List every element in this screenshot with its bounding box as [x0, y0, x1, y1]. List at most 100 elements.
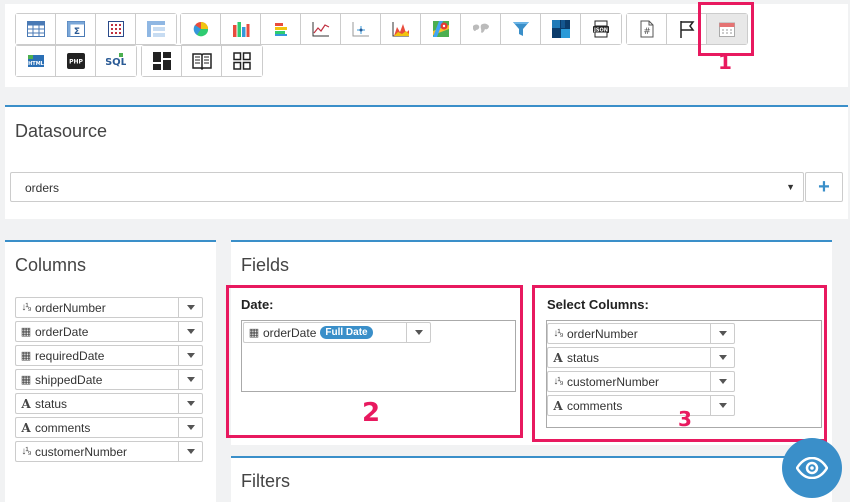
columns-title: Columns	[15, 255, 87, 275]
selected-column-item[interactable]: Astatus	[547, 347, 735, 368]
filters-panel: Filters	[231, 456, 832, 502]
caret-down-icon	[718, 403, 727, 408]
heatmap-button[interactable]	[541, 14, 581, 44]
code-widgets-group: HTML PHP SQL	[15, 45, 137, 77]
bar-chart-button[interactable]	[221, 14, 261, 44]
number-widget-button[interactable]: #	[627, 14, 667, 44]
column-dropdown[interactable]	[178, 441, 203, 462]
calendar-widget-button[interactable]	[707, 14, 747, 44]
flag-icon	[679, 21, 694, 38]
html-widget-button[interactable]: HTML	[16, 46, 56, 76]
pie-chart-button[interactable]	[181, 14, 221, 44]
world-map-button[interactable]	[461, 14, 501, 44]
svg-text:Σ: Σ	[73, 27, 79, 37]
calendar-icon: ▦	[20, 326, 32, 338]
preview-button[interactable]	[782, 438, 842, 498]
datasource-panel: Datasource orders ▼ +	[5, 105, 848, 219]
selected-column-dropdown[interactable]	[710, 395, 735, 416]
area-chart-icon	[392, 22, 409, 37]
column-label: orderNumber	[35, 300, 106, 315]
number-type-icon: ↓¹₉	[553, 376, 563, 387]
grid-widget-button[interactable]	[222, 46, 262, 76]
number-type-icon: ↓¹₉	[553, 328, 563, 339]
column-dropdown[interactable]	[178, 417, 203, 438]
heatmap-icon	[551, 20, 570, 38]
caret-down-icon	[414, 330, 423, 335]
select-columns-label: Select Columns:	[547, 297, 649, 312]
scatter-chart-icon	[352, 22, 369, 37]
column-dropdown[interactable]	[178, 321, 203, 342]
dashboard-widget-button[interactable]	[142, 46, 182, 76]
caret-down-icon	[186, 329, 195, 334]
date-field-item[interactable]: ▦ orderDate Full Date	[243, 322, 431, 343]
column-label: status	[35, 396, 68, 411]
sql-label: SQL	[106, 57, 126, 68]
flag-widget-button[interactable]	[667, 14, 707, 44]
funnel-button[interactable]	[501, 14, 541, 44]
text-type-icon: A	[553, 350, 563, 365]
selected-column-item[interactable]: ↓¹₉ orderNumber	[547, 323, 735, 344]
column-item[interactable]: Acomments	[15, 417, 203, 438]
misc-widgets-group: #	[626, 13, 748, 45]
column-item[interactable]: ▦ orderDate	[15, 321, 203, 342]
json-icon: JSON	[593, 20, 609, 38]
html-icon: HTML	[27, 55, 45, 67]
pivot-widget-button[interactable]: Σ	[56, 14, 96, 44]
caret-down-icon	[718, 331, 727, 336]
column-item[interactable]: ▦ shippedDate	[15, 369, 203, 390]
calendar-icon: ▦	[248, 327, 260, 339]
json-button[interactable]: JSON	[581, 14, 621, 44]
php-widget-button[interactable]: PHP	[56, 46, 96, 76]
column-item[interactable]: ↓¹₉ orderNumber	[15, 297, 203, 318]
stacked-bar-button[interactable]	[261, 14, 301, 44]
sql-widget-button[interactable]: SQL	[96, 46, 136, 76]
date-field-label: orderDate	[263, 325, 317, 340]
map-button[interactable]	[421, 14, 461, 44]
caret-down-icon	[186, 449, 195, 454]
column-item[interactable]: Astatus	[15, 393, 203, 414]
world-map-icon	[472, 23, 489, 33]
crosstab-widget-button[interactable]	[96, 14, 136, 44]
caret-down-icon	[186, 305, 195, 310]
date-field-dropdown[interactable]	[406, 322, 431, 343]
plus-icon: +	[818, 175, 830, 198]
column-dropdown[interactable]	[178, 393, 203, 414]
selected-column-item[interactable]: Acomments	[547, 395, 735, 416]
date-zone-label: Date:	[241, 297, 274, 312]
column-item[interactable]: ▦ requiredDate	[15, 345, 203, 366]
treegrid-widget-button[interactable]	[136, 14, 176, 44]
pie-chart-icon	[193, 22, 208, 37]
table-widget-button[interactable]	[16, 14, 56, 44]
add-datasource-button[interactable]: +	[805, 172, 843, 202]
column-dropdown[interactable]	[178, 297, 203, 318]
column-label: customerNumber	[35, 444, 128, 459]
text-type-icon: A	[553, 398, 563, 413]
scatter-chart-button[interactable]	[341, 14, 381, 44]
highlight-number-3: 3	[678, 407, 692, 431]
highlight-number-2: 2	[362, 398, 381, 428]
columns-panel: Columns ↓¹₉ orderNumber ▦ orderDate ▦ require…	[5, 240, 216, 502]
crosstab-icon	[107, 21, 124, 37]
selected-column-item[interactable]: ↓¹₉ customerNumber	[547, 371, 735, 392]
area-chart-button[interactable]	[381, 14, 421, 44]
line-chart-icon	[312, 22, 329, 37]
selected-column-dropdown[interactable]	[710, 371, 735, 392]
book-widget-button[interactable]	[182, 46, 222, 76]
json-label: JSON	[593, 28, 608, 34]
column-dropdown[interactable]	[178, 369, 203, 390]
selected-column-dropdown[interactable]	[710, 323, 735, 344]
selected-column-label: orderNumber	[567, 326, 638, 341]
datasource-select[interactable]: orders ▼	[10, 172, 804, 202]
php-icon: PHP	[66, 53, 85, 69]
column-item[interactable]: ↓¹₉ customerNumber	[15, 441, 203, 462]
fields-title: Fields	[241, 255, 290, 275]
highlight-number-1: 1	[718, 50, 732, 74]
column-dropdown[interactable]	[178, 345, 203, 366]
line-chart-button[interactable]	[301, 14, 341, 44]
php-label: PHP	[69, 59, 83, 66]
html-label: HTML	[28, 61, 45, 67]
funnel-icon	[512, 22, 529, 36]
grid-icon	[233, 52, 251, 70]
selected-column-dropdown[interactable]	[710, 347, 735, 368]
dashboard-icon	[152, 52, 171, 70]
